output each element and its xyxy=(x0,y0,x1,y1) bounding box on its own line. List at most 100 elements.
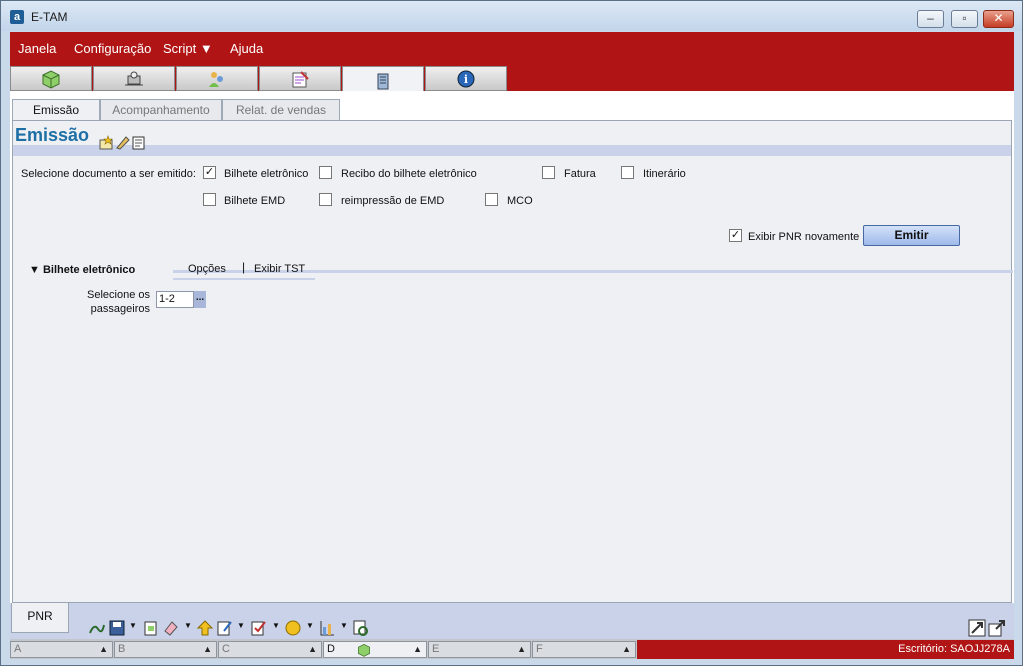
edit-dropdown-icon[interactable]: ▼ xyxy=(237,621,245,630)
triangle-up-icon: ▲ xyxy=(413,644,422,654)
chart-icon[interactable] xyxy=(318,619,336,637)
section-toggle[interactable]: ▼ Bilhete eletrônico xyxy=(29,264,135,276)
status-cell-a-label: A xyxy=(14,643,22,655)
menu-janela[interactable]: Janela xyxy=(18,41,56,56)
save-dropdown-icon[interactable]: ▼ xyxy=(129,621,137,630)
machine-icon xyxy=(125,71,143,85)
status-cell-a[interactable]: A ▲ xyxy=(10,641,113,658)
checkbox-itinerario[interactable] xyxy=(621,166,634,179)
tab-relat-vendas[interactable]: Relat. de vendas xyxy=(222,99,340,120)
module-tab-building[interactable] xyxy=(342,66,424,93)
passengers-label-line2: passageiros xyxy=(90,303,150,315)
notes-icon xyxy=(292,70,309,87)
module-tab-info[interactable]: i xyxy=(425,66,507,91)
menu-configuracao[interactable]: Configuração xyxy=(74,41,151,56)
maximize-button[interactable]: ▫ xyxy=(951,10,978,28)
module-tab-machine[interactable] xyxy=(93,66,175,91)
status-cell-e-label: E xyxy=(432,643,440,655)
app-window: a E-TAM – ▫ ✕ Janela Configuração Script… xyxy=(0,0,1023,666)
status-cell-b-label: B xyxy=(118,643,126,655)
menu-script[interactable]: Script ▼ xyxy=(163,41,213,56)
module-tab-notes[interactable] xyxy=(259,66,341,91)
preview-icon[interactable] xyxy=(352,619,370,637)
people-icon xyxy=(209,71,223,87)
favorite-icon[interactable] xyxy=(99,135,114,150)
status-bar: A ▲ B ▲ C ▲ D ▲ E ▲ F ▲ Escritório: SAOJJ278A xyxy=(10,639,1014,659)
svg-text:i: i xyxy=(464,73,468,86)
eraser-icon[interactable] xyxy=(162,619,180,637)
triangle-up-icon: ▲ xyxy=(622,644,631,654)
status-cell-b[interactable]: B ▲ xyxy=(114,641,217,658)
edit-icon[interactable] xyxy=(115,135,130,150)
tab-separator: | xyxy=(242,260,246,274)
emit-button[interactable]: Emitir xyxy=(863,225,960,246)
chart-dropdown-icon[interactable]: ▼ xyxy=(340,621,348,630)
eraser-dropdown-icon[interactable]: ▼ xyxy=(184,621,192,630)
triangle-down-icon: ▼ xyxy=(29,264,40,276)
building-icon xyxy=(377,73,389,89)
triangle-up-icon: ▲ xyxy=(517,644,526,654)
status-cell-c-label: C xyxy=(222,643,230,655)
checkbox-recibo[interactable] xyxy=(319,166,332,179)
page-actions xyxy=(99,135,146,150)
main-content: Emissão Acompanhamento Relat. de vendas … xyxy=(10,91,1014,603)
status-cell-f-label: F xyxy=(536,643,543,655)
info-icon: i xyxy=(457,70,475,87)
minimize-button[interactable]: – xyxy=(917,10,944,28)
status-cell-e[interactable]: E ▲ xyxy=(428,641,531,658)
status-cell-f[interactable]: F ▲ xyxy=(532,641,636,658)
module-toolbar: i xyxy=(10,64,1014,93)
bottom-toolbar: PNR ▼ ▼ ▼ ▼ ▼ ▼ xyxy=(10,603,1014,639)
checkbox-fatura[interactable] xyxy=(542,166,555,179)
label-mco: MCO xyxy=(507,195,533,207)
coin-dropdown-icon[interactable]: ▼ xyxy=(306,621,314,630)
sub-tab-bar: Emissão Acompanhamento Relat. de vendas xyxy=(10,99,1014,121)
check-list-icon[interactable] xyxy=(250,619,268,637)
label-fatura: Fatura xyxy=(564,168,596,180)
menu-ajuda[interactable]: Ajuda xyxy=(230,41,263,56)
triangle-up-icon: ▲ xyxy=(308,644,317,654)
passengers-picker-button[interactable]: ... xyxy=(194,291,206,308)
emission-panel: Emissão Selecione documento a ser emitid… xyxy=(12,120,1013,603)
app-logo-icon: a xyxy=(10,10,24,24)
document-icon[interactable] xyxy=(131,135,146,150)
triangle-up-icon: ▲ xyxy=(203,644,212,654)
label-exibir-pnr: Exibir PNR novamente xyxy=(748,231,860,243)
edit-note-icon[interactable] xyxy=(216,619,234,637)
check-dropdown-icon[interactable]: ▼ xyxy=(272,621,280,630)
close-button[interactable]: ✕ xyxy=(983,10,1014,28)
arrow-up-icon[interactable] xyxy=(196,619,214,637)
checkbox-exibir-pnr[interactable]: ✓ xyxy=(729,229,742,242)
passengers-label-line1: Selecione os xyxy=(87,289,150,301)
expand-icon[interactable] xyxy=(968,619,986,637)
tab-emissao[interactable]: Emissão xyxy=(12,99,100,121)
checkbox-reimpressao-emd[interactable] xyxy=(319,193,332,206)
tab-opcoes[interactable]: Opções xyxy=(188,263,226,275)
signature-icon[interactable] xyxy=(88,619,106,637)
checkbox-mco[interactable] xyxy=(485,193,498,206)
page-title: Emissão xyxy=(15,125,90,145)
label-itinerario: Itinerário xyxy=(643,168,686,180)
coin-icon[interactable] xyxy=(284,619,302,637)
checkbox-bilhete-emd[interactable] xyxy=(203,193,216,206)
tab-exibir-tst[interactable]: Exibir TST xyxy=(254,263,305,275)
save-icon[interactable] xyxy=(108,619,126,637)
header-band xyxy=(13,145,1011,156)
module-tab-cube[interactable] xyxy=(10,66,92,91)
checkbox-bilhete-eletronico[interactable]: ✓ xyxy=(203,166,216,179)
title-bar: a E-TAM – ▫ ✕ xyxy=(1,1,1022,31)
label-bilhete-emd: Bilhete EMD xyxy=(224,195,286,207)
tab-acompanhamento[interactable]: Acompanhamento xyxy=(100,99,222,120)
status-cell-d[interactable]: D ▲ xyxy=(323,641,427,658)
label-reimpressao-emd: reimpressão de EMD xyxy=(341,195,445,207)
office-indicator: Escritório: SAOJJ278A xyxy=(637,640,1014,659)
tab-pnr[interactable]: PNR xyxy=(11,603,69,633)
passengers-input[interactable]: 1-2 xyxy=(156,291,194,308)
module-tab-people[interactable] xyxy=(176,66,258,91)
section-title: Bilhete eletrônico xyxy=(42,264,136,276)
passengers-label: Selecione os passageiros xyxy=(87,288,150,316)
copy-icon[interactable] xyxy=(142,619,160,637)
popout-icon[interactable] xyxy=(988,619,1006,637)
label-recibo: Recibo do bilhete eletrônico xyxy=(341,168,477,180)
status-cell-c[interactable]: C ▲ xyxy=(218,641,322,658)
